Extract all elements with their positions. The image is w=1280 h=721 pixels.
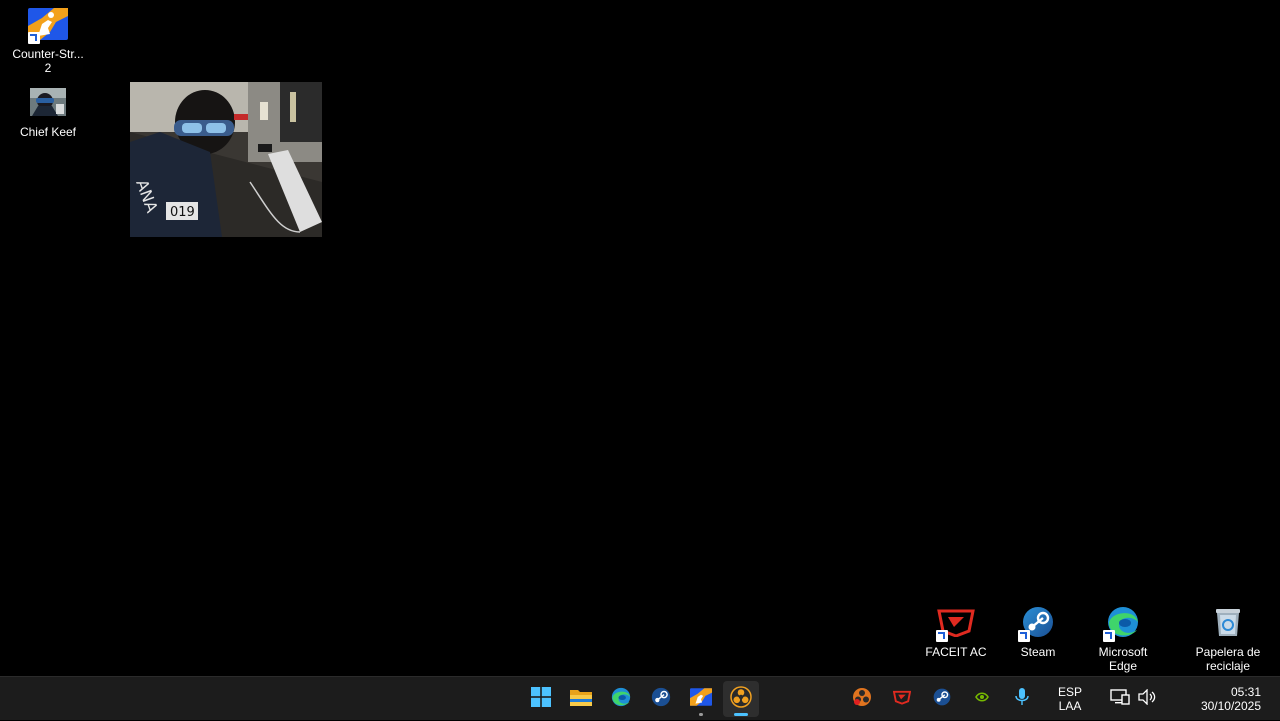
faceit-tray-icon [892,689,912,710]
quick-settings[interactable] [1104,677,1162,721]
faceit-icon [936,602,976,642]
clock[interactable]: 05:31 30/10/2025 [1170,677,1266,721]
desktop-icon-label: Papelera de reciclaje [1195,645,1261,673]
taskbar-steam[interactable] [643,681,679,717]
desktop-icon-recycle-bin[interactable]: Papelera de reciclaje [1180,602,1276,673]
language-code: ESP [1057,685,1082,699]
start-button[interactable] [523,681,559,717]
shortcut-arrow-icon [28,32,40,44]
steam-icon [1018,602,1058,642]
active-indicator [734,713,748,716]
photo-icon [28,82,68,122]
tray-faceit[interactable] [888,677,916,721]
counter-strike-2-icon [28,4,68,44]
edge-icon [1103,602,1143,642]
tray-obs[interactable] [848,677,876,721]
tray-steam[interactable] [928,677,956,721]
desktop-icon-label: FACEIT AC [925,645,987,659]
desktop-icon-label: Chief Keef [19,125,77,139]
clock-date: 30/10/2025 [1200,699,1261,713]
taskbar-obs-studio[interactable] [723,681,759,717]
desktop-icon-counter-strike-2[interactable]: Counter-Str... 2 [0,4,96,75]
obs-studio-icon [730,685,752,713]
desktop-photo: ANA 019 [130,82,322,237]
shortcut-arrow-icon [1018,630,1030,642]
keyboard-layout: LAA [1058,699,1082,713]
steam-tray-icon [932,688,952,711]
desktop-icon-label: Steam [1020,645,1056,659]
svg-text:019: 019 [170,205,195,220]
taskbar-counter-strike-2[interactable] [683,681,719,717]
obs-tray-icon [852,687,872,712]
desktop-icon-steam[interactable]: Steam [990,602,1086,659]
language-indicator[interactable]: ESP LAA [1046,677,1094,721]
taskbar-file-explorer[interactable] [563,681,599,717]
desktop-icon-label: Counter-Str... 2 [12,47,84,75]
taskbar-edge[interactable] [603,681,639,717]
nvidia-tray-icon [974,690,990,708]
desktop-icon-microsoft-edge[interactable]: Microsoft Edge [1075,602,1171,673]
running-indicator [699,713,703,716]
network-icon [1110,688,1130,710]
desktop-icon-label: Microsoft Edge [1098,645,1148,673]
taskbar: ESP LAA 05:31 30/10/2025 [0,676,1280,720]
desktop-icon-chief-keef[interactable]: Chief Keef [0,82,96,139]
clock-time: 05:31 [1230,685,1261,699]
language-text: ESP LAA [1058,685,1082,713]
volume-icon [1138,687,1156,710]
clock-text: 05:31 30/10/2025 [1175,685,1261,713]
windows-start-icon [531,686,551,712]
desktop[interactable]: Counter-Str... 2 Chief Keef ANA 019 FACE… [0,0,1280,676]
file-explorer-icon [570,688,592,711]
recycle-bin-icon [1208,602,1248,642]
tray-microphone[interactable] [1008,677,1036,721]
shortcut-arrow-icon [1103,630,1115,642]
edge-icon [610,686,632,713]
tray-nvidia[interactable] [968,677,996,721]
steam-icon [650,686,672,713]
microphone-icon [1015,687,1029,711]
shortcut-arrow-icon [936,630,948,642]
counter-strike-2-icon [690,687,712,711]
